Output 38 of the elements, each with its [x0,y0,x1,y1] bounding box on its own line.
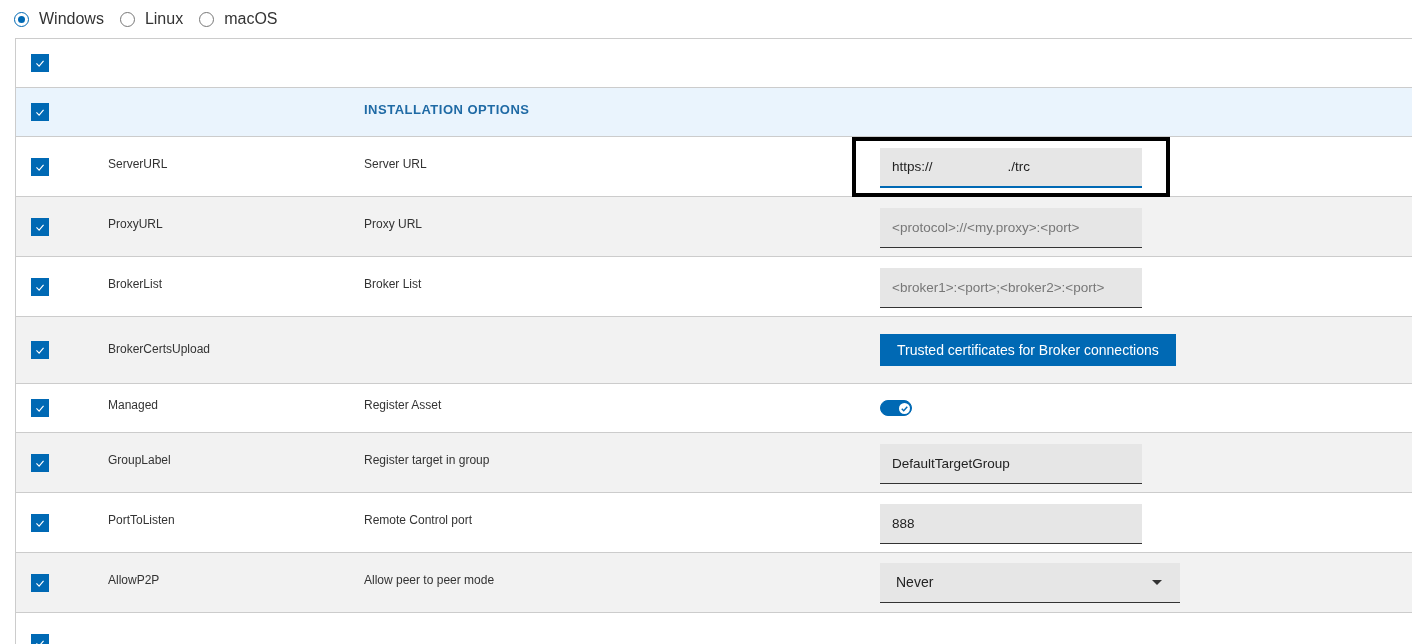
option-label: Proxy URL [364,217,422,231]
os-radio[interactable]: macOS [199,10,278,28]
option-key: GroupLabel [108,453,171,467]
os-radio[interactable]: Linux [119,10,184,28]
option-label: Register target in group [364,453,490,467]
option-label: Server URL [364,157,427,171]
caret-icon [1152,579,1162,585]
dropdown[interactable]: Never [880,562,1180,603]
row-checkbox[interactable] [31,573,49,592]
input-field[interactable]: <protocol>://<my.proxy>:<port> [880,207,1142,248]
option-label: Allow peer to peer mode [364,573,495,587]
row-checkbox[interactable] [31,399,49,417]
option-label: Broker List [364,277,422,291]
row-checkbox[interactable] [31,277,49,296]
os-radio[interactable]: Windows [14,10,104,28]
option-key: BrokerList [108,277,163,291]
section-title: INSTALLATION OPTIONS [364,101,531,117]
input-field[interactable]: <broker1>:<port>;<broker2>:<port> [880,267,1142,308]
option-label: Register Asset [364,398,442,412]
option-key: ProxyURL [108,217,163,231]
row-checkbox[interactable] [31,217,49,236]
option-key: PortToListen [108,513,175,527]
row-checkbox[interactable] [31,157,49,176]
input-field[interactable]: https:// ./trc [880,147,1142,188]
row-checkbox[interactable] [31,341,49,359]
row-checkbox[interactable] [31,453,49,472]
option-key: ServerURL [108,157,168,171]
toggle-switch[interactable] [880,400,912,416]
select-all-checkbox[interactable] [31,54,49,72]
input-field[interactable]: 888 [880,503,1142,544]
option-key: BrokerCertsUpload [108,342,211,356]
row-checkbox[interactable] [31,513,49,532]
input-field[interactable]: DefaultTargetGroup [880,443,1142,484]
option-key: Managed [108,398,159,412]
option-key: AllowP2P [108,573,160,587]
section-checkbox[interactable] [31,103,49,121]
option-label: Remote Control port [364,513,473,527]
upload-button[interactable]: Trusted certificates for Broker connections [880,334,1176,366]
